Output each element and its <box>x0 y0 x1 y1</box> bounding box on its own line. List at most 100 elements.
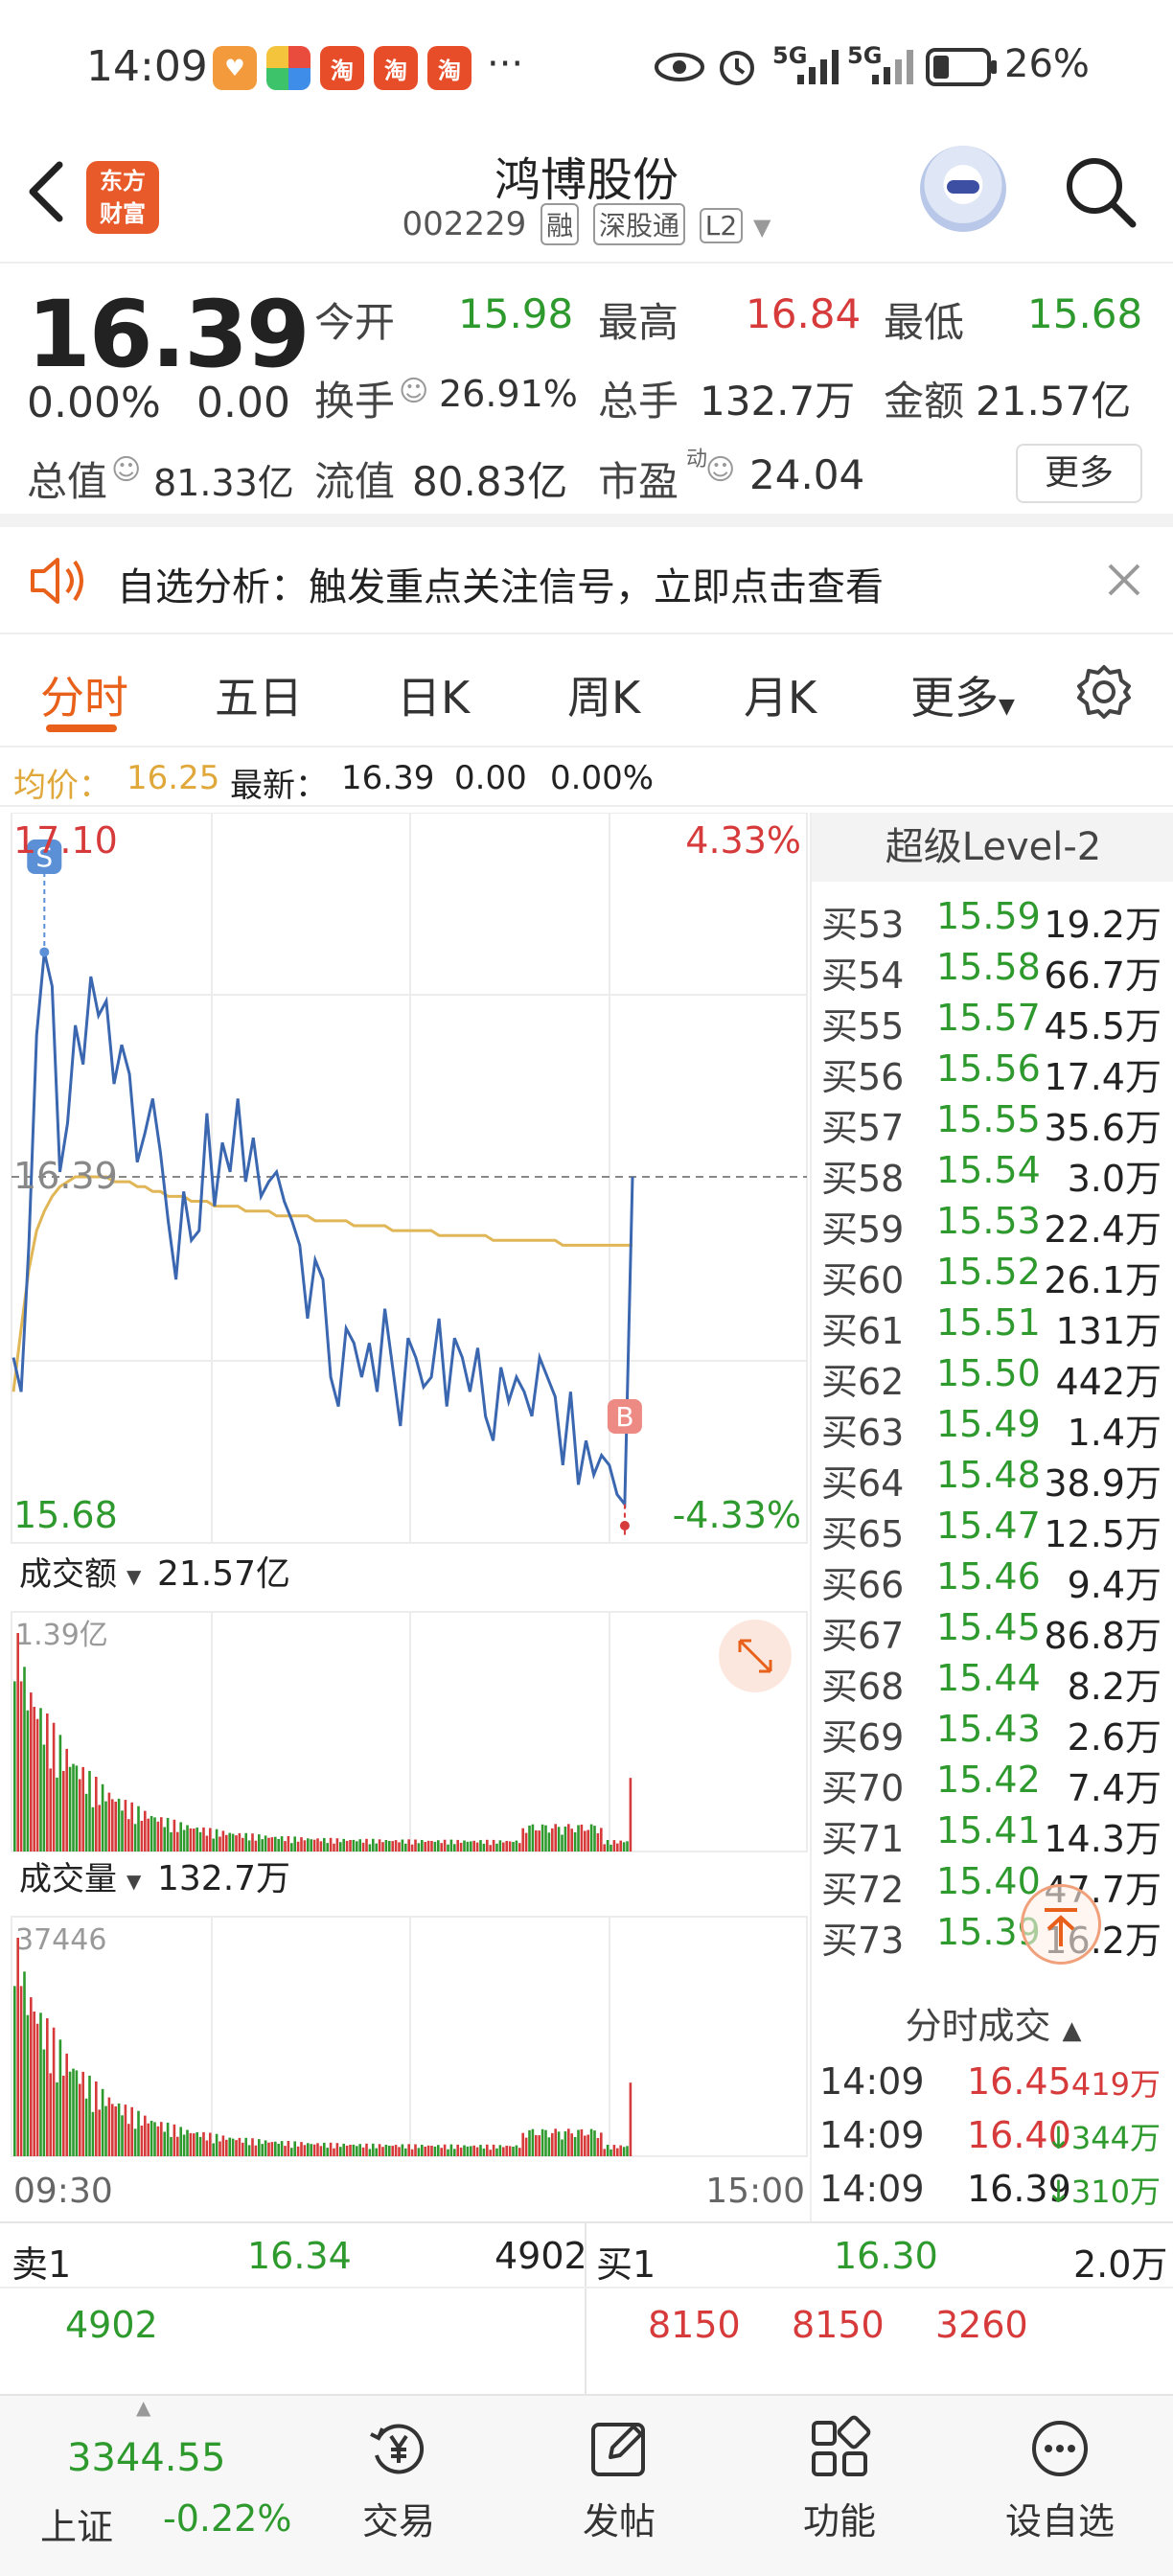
volume-bar <box>75 1765 79 1852</box>
volume-bar <box>610 2149 612 2156</box>
index-caret-icon[interactable]: ▲ <box>136 2396 150 2419</box>
more-quote-button[interactable]: 更多 <box>1016 444 1142 503</box>
index-value[interactable]: 3344.55 <box>67 2436 225 2480</box>
level2-row[interactable]: 买56 15.56 17.4万 <box>821 1047 1171 1098</box>
volume-bar <box>561 1834 564 1852</box>
level2-row-volume: 17.4万 <box>1044 1056 1162 1098</box>
volume-bar <box>329 1837 333 1852</box>
nav-add-watchlist[interactable]: 设自选 <box>983 2415 1137 2544</box>
volume-bar <box>335 2143 339 2156</box>
ai-assistant-robot-icon[interactable] <box>920 146 1006 232</box>
volume-bar <box>189 1828 193 1852</box>
volume-bar <box>482 2148 486 2156</box>
tab-intraday[interactable]: 分时 <box>40 663 128 726</box>
volume-bar <box>456 2144 459 2156</box>
level2-row[interactable]: 买54 15.58 66.7万 <box>821 946 1171 997</box>
level2-row[interactable]: 买55 15.57 45.5万 <box>821 997 1171 1047</box>
volume-bar <box>95 1777 98 1852</box>
level2-row[interactable]: 买69 15.43 2.6万 <box>821 1708 1171 1759</box>
search-icon[interactable] <box>1062 153 1138 230</box>
trade-row: 14:09 16.40 ↓344万 <box>819 2114 1173 2168</box>
nav-post[interactable]: 发帖 <box>542 2415 696 2544</box>
level2-row[interactable]: 买70 15.42 7.4万 <box>821 1759 1171 1809</box>
tab-daily-k[interactable]: 日K <box>397 663 470 726</box>
volume-bar <box>39 1708 42 1852</box>
info-icon-2[interactable]: ☺ <box>111 453 141 487</box>
volume-bar <box>437 1840 440 1852</box>
level2-panel[interactable]: 超级Level-2 买53 15.59 19.2万 买54 15.58 66.7万 买55 1… <box>810 813 1173 2221</box>
volume-bar <box>153 1817 156 1852</box>
volume-bar <box>16 1938 19 2156</box>
volume-bar <box>75 2070 79 2156</box>
level2-row[interactable]: 买68 15.44 8.2万 <box>821 1657 1171 1708</box>
volume-bar <box>531 1824 535 1852</box>
volume-bar <box>498 1840 502 1852</box>
volume-bar <box>293 2141 296 2156</box>
level2-row[interactable]: 买59 15.53 22.4万 <box>821 1200 1171 1251</box>
x-start-label: 09:30 <box>13 2172 113 2211</box>
tab-more[interactable]: 更多▼ <box>910 663 1015 726</box>
volume-bar <box>449 2144 453 2156</box>
volume-bar <box>121 2115 124 2156</box>
volume-bar <box>140 2126 144 2156</box>
volume-bar <box>453 1844 456 1852</box>
amount-panel-label[interactable]: 成交额 <box>19 1555 117 1594</box>
scroll-to-top-button[interactable] <box>1021 1884 1101 1965</box>
volume-bar <box>270 2142 274 2156</box>
info-icon[interactable]: ☺ <box>399 375 428 408</box>
volume-bar <box>610 1844 612 1852</box>
volume-bar <box>619 2145 622 2156</box>
volume-bar <box>544 2129 547 2156</box>
close-icon[interactable] <box>1106 562 1142 598</box>
more-dots-icon <box>1032 2421 1088 2476</box>
change-amount: 0.00 <box>196 379 290 427</box>
level2-row[interactable]: 买71 15.41 14.3万 <box>821 1809 1171 1860</box>
volume-panel-label[interactable]: 成交量 <box>19 1860 117 1898</box>
info-icon-3[interactable]: ☺ <box>705 453 735 487</box>
nav-functions[interactable]: 功能 <box>763 2415 916 2544</box>
trades-title[interactable]: 分时成交 ▲ <box>812 1996 1173 2054</box>
level2-row[interactable]: 买60 15.52 26.1万 <box>821 1251 1171 1301</box>
level2-row[interactable]: 买64 15.48 38.9万 <box>821 1454 1171 1505</box>
nav-trade[interactable]: 交易 <box>322 2415 475 2544</box>
analysis-alert-banner[interactable]: 自选分析：触发重点关注信号，立即点击查看 <box>0 527 1173 634</box>
gear-icon[interactable] <box>1075 663 1133 721</box>
index-name[interactable]: 上证 <box>40 2497 113 2550</box>
volume-dropdown-icon[interactable]: ▼ <box>126 1870 142 1893</box>
eye-icon <box>655 53 704 81</box>
pe-dynamic-mark: 动 <box>686 448 708 472</box>
level2-row[interactable]: 买61 15.51 131万 <box>821 1301 1171 1352</box>
amount-dropdown-icon[interactable]: ▼ <box>126 1565 142 1588</box>
market-cap-label: 总值 <box>27 458 108 505</box>
level2-row[interactable]: 买57 15.55 35.6万 <box>821 1098 1171 1149</box>
level2-title[interactable]: 超级Level-2 <box>812 813 1173 882</box>
intraday-chart-svg[interactable]: SB 17.10 4.33% 16.39 15.68 -4.33% 成交额 ▼ … <box>0 812 810 2221</box>
volume-bar <box>62 2075 65 2156</box>
level2-row[interactable]: 买58 15.54 3.0万 <box>821 1149 1171 1200</box>
level2-row-label: 买54 <box>821 954 905 997</box>
level2-row[interactable]: 买63 15.49 1.4万 <box>821 1403 1171 1454</box>
level2-row[interactable]: 买73 15.39 16.2万 <box>821 1911 1171 1962</box>
level2-row[interactable]: 买66 15.46 9.4万 <box>821 1555 1171 1606</box>
level2-row-volume: 12.5万 <box>1044 1513 1162 1555</box>
level2-row[interactable]: 买72 15.40 47.7万 <box>821 1860 1171 1911</box>
level2-row[interactable]: 买67 15.45 86.8万 <box>821 1606 1171 1657</box>
level2-order-book[interactable]: 买53 15.59 19.2万 买54 15.58 66.7万 买55 15.57 45.5万买… <box>812 895 1173 1978</box>
level2-row[interactable]: 买62 15.50 442万 <box>821 1352 1171 1403</box>
volume-bar <box>62 1770 65 1852</box>
volume-bar <box>440 1843 443 1852</box>
level2-row[interactable]: 买65 15.47 12.5万 <box>821 1505 1171 1555</box>
level2-row[interactable]: 买53 15.59 19.2万 <box>821 895 1171 946</box>
y-max-label: 17.10 <box>13 819 118 862</box>
level2-row-label: 买56 <box>821 1056 905 1098</box>
amount-bars <box>13 1633 632 1852</box>
volume-bar <box>238 1832 242 1852</box>
volume-bar <box>46 2018 49 2156</box>
tab-five-day[interactable]: 五日 <box>215 663 303 726</box>
dropdown-caret-icon[interactable]: ▼ <box>753 214 770 241</box>
intraday-chart-area[interactable]: SB 17.10 4.33% 16.39 15.68 -4.33% 成交额 ▼ … <box>0 812 810 2221</box>
tab-weekly-k[interactable]: 周K <box>567 663 640 726</box>
volume-bar <box>544 1825 547 1852</box>
index-change[interactable]: -0.22% <box>163 2497 291 2540</box>
tab-monthly-k[interactable]: 月K <box>744 663 816 726</box>
